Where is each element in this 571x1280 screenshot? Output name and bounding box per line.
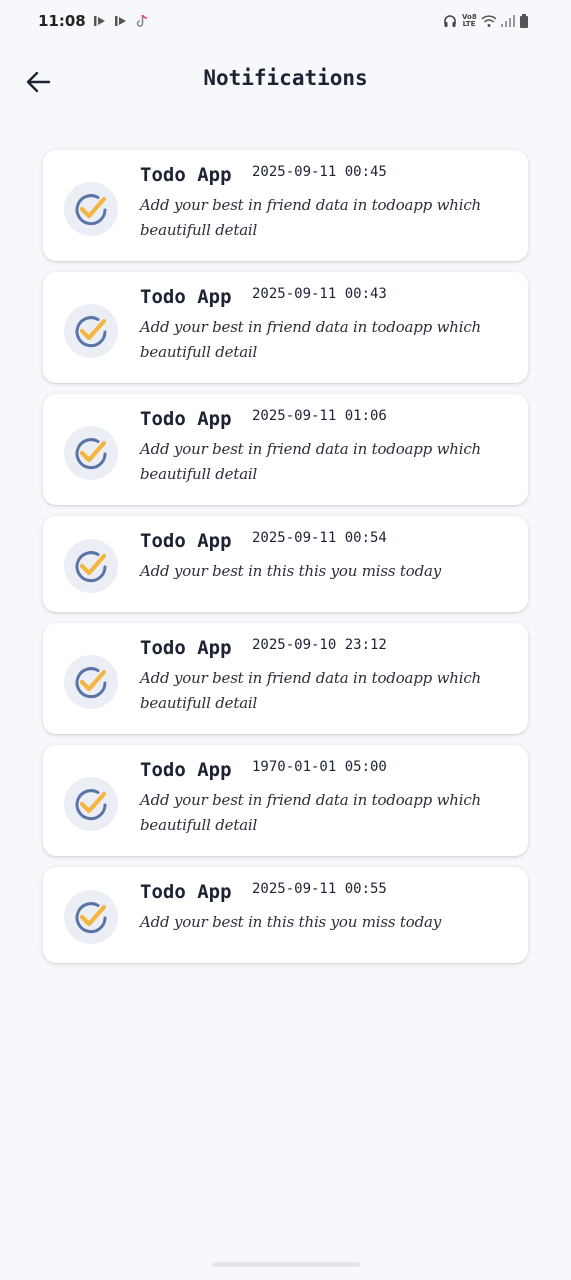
headphones-icon (443, 14, 457, 28)
notification-list: Todo App 2025-09-11 00:45 Add your best in… (43, 150, 528, 974)
notification-card[interactable]: Todo App 2025-09-11 00:43 Add your best in… (43, 272, 528, 383)
notification-message: Add your best in this this you miss toda… (140, 562, 442, 580)
media-notification-icon (93, 14, 107, 28)
app-bar: Notifications (0, 56, 571, 106)
notification-message: Add your best in friend data in todoapp … (140, 791, 482, 834)
notification-title: Todo App (140, 881, 232, 903)
notification-message: Add your best in friend data in todoapp … (140, 440, 482, 483)
notification-message: Add your best in this this you miss toda… (140, 913, 442, 931)
todo-check-icon (64, 655, 118, 709)
notification-card[interactable]: Todo App 2025-09-11 01:06 Add your best in… (43, 394, 528, 505)
todo-check-icon (64, 539, 118, 593)
signal-icon (500, 14, 515, 28)
status-left: 11:08 (38, 12, 149, 30)
notification-title: Todo App (140, 286, 232, 308)
notification-title: Todo App (140, 164, 232, 186)
notification-card[interactable]: Todo App 2025-09-11 00:55 Add your best in… (43, 867, 528, 963)
todo-check-icon (64, 426, 118, 480)
notification-title: Todo App (140, 637, 232, 659)
notification-time: 2025-09-11 00:54 (252, 530, 387, 546)
media-notification-icon (114, 14, 128, 28)
notification-card[interactable]: Todo App 1970-01-01 05:00 Add your best in… (43, 745, 528, 856)
todo-check-icon (64, 304, 118, 358)
todo-check-icon (64, 890, 118, 944)
notification-time: 2025-09-11 00:45 (252, 164, 387, 180)
notification-time: 2025-09-11 01:06 (252, 408, 387, 424)
notification-time: 2025-09-11 00:43 (252, 286, 387, 302)
status-time: 11:08 (38, 12, 86, 30)
notification-time: 1970-01-01 05:00 (252, 759, 387, 775)
status-bar: 11:08 Vo8 LTE (0, 0, 571, 42)
page-title: Notifications (203, 66, 368, 90)
notification-time: 2025-09-11 00:55 (252, 881, 387, 897)
notification-card[interactable]: Todo App 2025-09-11 00:45 Add your best in… (43, 150, 528, 261)
status-right: Vo8 LTE (443, 14, 533, 28)
notification-time: 2025-09-10 23:12 (252, 637, 387, 653)
notification-card[interactable]: Todo App 2025-09-10 23:12 Add your best in… (43, 623, 528, 734)
battery-icon (519, 14, 533, 28)
notification-title: Todo App (140, 408, 232, 430)
notification-title: Todo App (140, 530, 232, 552)
notification-message: Add your best in friend data in todoapp … (140, 669, 482, 712)
notification-title: Todo App (140, 759, 232, 781)
notification-message: Add your best in friend data in todoapp … (140, 318, 482, 361)
notification-message: Add your best in friend data in todoapp … (140, 196, 482, 239)
home-indicator[interactable] (212, 1262, 360, 1267)
tiktok-icon (135, 14, 149, 28)
wifi-icon (481, 14, 497, 28)
notification-card[interactable]: Todo App 2025-09-11 00:54 Add your best in… (43, 516, 528, 612)
network-label: Vo8 LTE (462, 13, 477, 28)
todo-check-icon (64, 182, 118, 236)
todo-check-icon (64, 777, 118, 831)
